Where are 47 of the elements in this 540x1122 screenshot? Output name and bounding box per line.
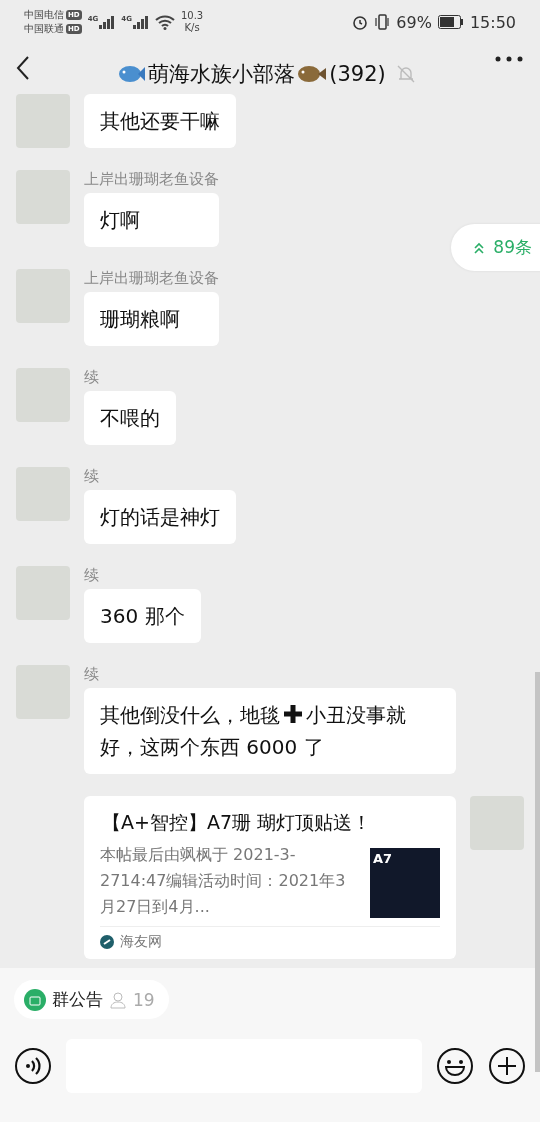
message-bubble: 其他还要干嘛: [84, 94, 236, 148]
site-logo-icon: [100, 935, 114, 949]
network-speed: 10.3: [180, 10, 204, 22]
speed-unit: K/s: [184, 22, 200, 34]
link-description: 本帖最后由飒枫于 2021-3-2714:47编辑活动时间：2021年3月27日到4月...: [100, 844, 347, 918]
signal-icon: [99, 15, 116, 29]
link-title: 【A+智控】A7珊 瑚灯顶贴送！: [101, 810, 373, 835]
member-count: (392): [329, 62, 386, 86]
sender-name: 上岸出珊瑚老鱼设备: [84, 269, 219, 287]
notice-icon: [24, 988, 46, 1011]
sender-name: 续: [84, 566, 100, 584]
source-name: 海友网: [120, 933, 162, 951]
group-notice-button[interactable]: 群公告 19: [14, 980, 169, 1019]
fish-icon: [118, 64, 147, 84]
more-dots-icon: [494, 55, 524, 63]
vibrate-icon: [374, 13, 391, 31]
sender-name: 上岸出珊瑚老鱼设备: [84, 170, 219, 188]
double-chevron-up-icon: [473, 241, 486, 254]
clock-time: 15:50: [469, 12, 516, 32]
message-bubble: 灯的话是神灯: [84, 490, 236, 544]
message-bubble: 灯啊: [84, 193, 219, 247]
signal-icon: [132, 15, 149, 29]
notice-label: 群公告: [52, 988, 103, 1011]
voice-button[interactable]: [14, 1047, 52, 1085]
link-card[interactable]: 【A+智控】A7珊 瑚灯顶贴送！ 本帖最后由飒枫于 2021-3-2714:47编辑活动时间：2021年3月27日到4月... A7 海友网: [84, 796, 456, 959]
message-bubble: 不喂的: [84, 391, 176, 445]
pufferfish-icon: [297, 64, 328, 84]
message-bubble: 珊瑚粮啊: [84, 292, 219, 346]
emoji-button[interactable]: [436, 1047, 474, 1085]
battery-percent: 69%: [396, 12, 432, 32]
person-icon: [109, 990, 127, 1009]
carrier-name: 中国联通: [24, 23, 64, 35]
scrollbar[interactable]: [535, 672, 540, 1072]
message-bubble: 360 那个: [84, 589, 201, 643]
sender-name: 续: [84, 368, 100, 386]
read-count: 19: [133, 989, 155, 1010]
alarm-icon: [352, 14, 369, 30]
sender-name: 续: [84, 665, 100, 683]
group-title: 萌海水族小部落: [148, 61, 296, 88]
plus-button[interactable]: [488, 1047, 526, 1085]
thumbnail-label: A7: [372, 850, 394, 868]
sender-name: 续: [84, 467, 100, 485]
plus-icon: [282, 703, 304, 725]
battery-icon: [437, 15, 464, 29]
wifi-icon: [154, 14, 175, 30]
message-bubble: 其他倒没什么，地毯 小丑没事就好，这两个东西 6000 了: [84, 688, 456, 774]
carrier-name: 中国电信: [24, 9, 64, 21]
